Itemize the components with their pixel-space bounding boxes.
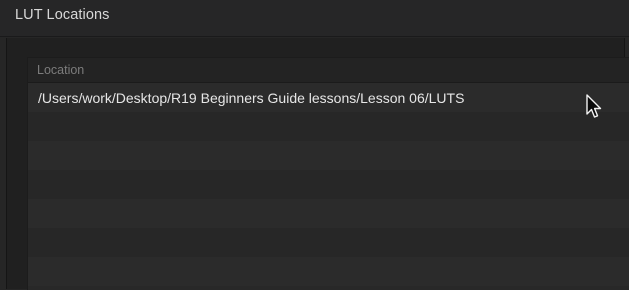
location-path: /Users/work/Desktop/R19 Beginners Guide … [38, 90, 465, 106]
table-row[interactable] [28, 112, 629, 141]
table-row[interactable] [28, 199, 629, 228]
table-row[interactable] [28, 228, 629, 257]
table-row[interactable]: /Users/work/Desktop/R19 Beginners Guide … [28, 83, 629, 112]
table-header: Location [28, 58, 629, 83]
table-row[interactable] [28, 257, 629, 286]
column-header-location[interactable]: Location [37, 63, 84, 77]
table-row[interactable] [28, 141, 629, 170]
table-row[interactable] [28, 170, 629, 199]
lut-locations-dialog: LUT Locations Location /Users/work/Deskt… [0, 0, 629, 290]
lut-locations-table: Location /Users/work/Desktop/R19 Beginne… [27, 57, 629, 290]
dialog-title: LUT Locations [15, 7, 110, 23]
dialog-title-bar: LUT Locations [0, 0, 629, 37]
mouse-pointer-icon [586, 94, 602, 118]
